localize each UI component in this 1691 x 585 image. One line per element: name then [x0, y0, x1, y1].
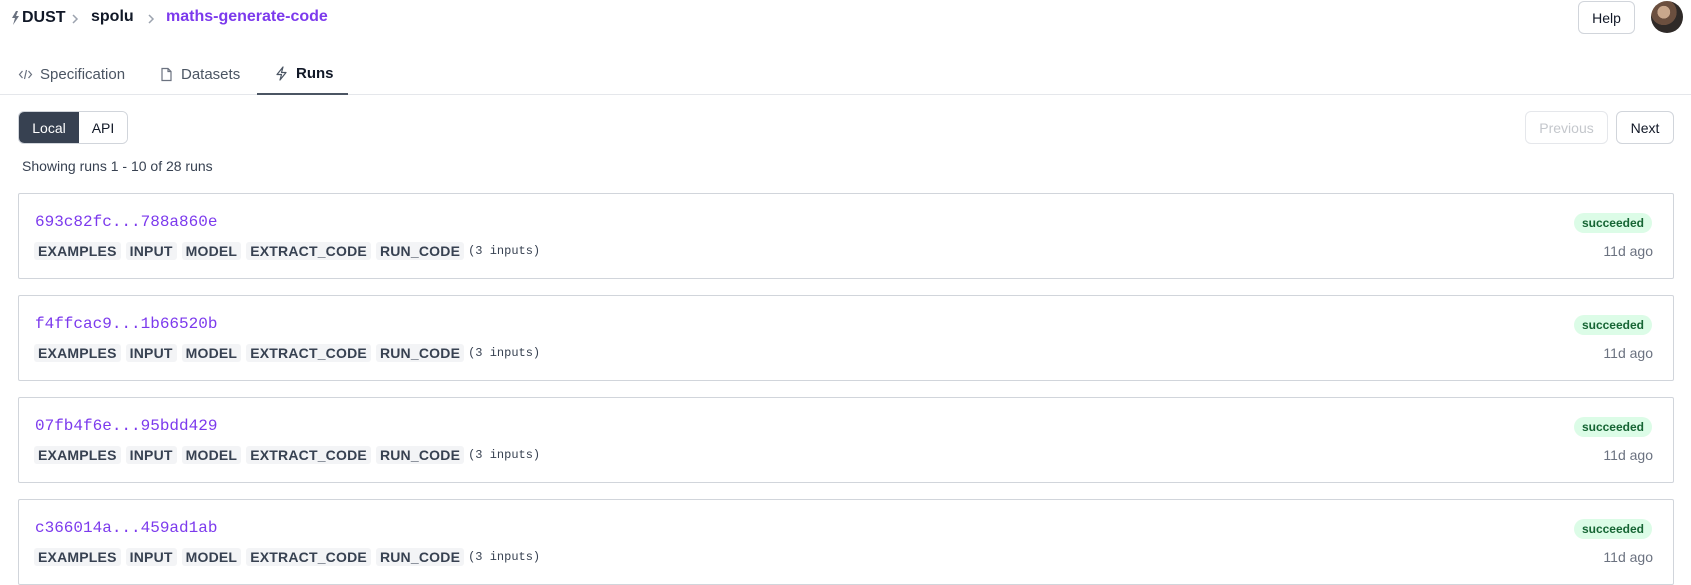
run-timestamp: 11d ago [1603, 549, 1653, 565]
run-timestamp: 11d ago [1603, 447, 1653, 463]
chevron-right-icon [148, 14, 155, 24]
block-tag: MODEL [181, 242, 242, 260]
run-blocks: EXAMPLES INPUT MODEL EXTRACT_CODE RUN_CO… [34, 548, 540, 566]
run-timestamp: 11d ago [1603, 345, 1653, 361]
top-bar: DUST spolu maths-generate-code Help [0, 0, 1691, 40]
block-tag: EXTRACT_CODE [246, 548, 371, 566]
breadcrumb-app[interactable]: maths-generate-code [166, 8, 328, 26]
breadcrumb-user[interactable]: spolu [91, 8, 134, 26]
logo-text: DUST [22, 9, 66, 26]
inputs-count: (3 inputs) [468, 346, 541, 360]
run-timestamp: 11d ago [1603, 243, 1653, 259]
previous-button[interactable]: Previous [1525, 111, 1608, 144]
dust-logo-icon [12, 11, 19, 25]
runs-summary: Showing runs 1 - 10 of 28 runs [22, 158, 213, 174]
block-tag: INPUT [125, 446, 177, 464]
block-tag: INPUT [125, 548, 177, 566]
block-tag: INPUT [125, 242, 177, 260]
block-tag: RUN_CODE [375, 446, 465, 464]
block-tag: MODEL [181, 446, 242, 464]
run-id-link[interactable]: 07fb4f6e...95bdd429 [35, 417, 217, 435]
run-card[interactable]: c366014a...459ad1ab EXAMPLES INPUT MODEL… [18, 499, 1674, 585]
status-badge: succeeded [1573, 519, 1652, 539]
tab-label: Specification [40, 66, 126, 83]
avatar[interactable] [1651, 1, 1683, 33]
inputs-count: (3 inputs) [468, 448, 541, 462]
local-api-toggle: Local API [18, 111, 128, 144]
inputs-count: (3 inputs) [468, 244, 541, 258]
block-tag: MODEL [181, 344, 242, 362]
status-badge: succeeded [1573, 315, 1652, 335]
tab-label: Datasets [181, 66, 241, 83]
local-toggle-button[interactable]: Local [19, 112, 79, 143]
tab-datasets[interactable]: Datasets [159, 54, 240, 95]
run-id-link[interactable]: c366014a...459ad1ab [35, 519, 217, 537]
tab-runs[interactable]: Runs [257, 54, 348, 95]
block-tag: EXAMPLES [34, 344, 121, 362]
block-tag: EXAMPLES [34, 446, 121, 464]
tab-label: Runs [296, 65, 334, 82]
run-blocks: EXAMPLES INPUT MODEL EXTRACT_CODE RUN_CO… [34, 446, 540, 464]
run-id-link[interactable]: 693c82fc...788a860e [35, 213, 217, 231]
run-blocks: EXAMPLES INPUT MODEL EXTRACT_CODE RUN_CO… [34, 344, 540, 362]
run-card[interactable]: 693c82fc...788a860e EXAMPLES INPUT MODEL… [18, 193, 1674, 279]
block-tag: RUN_CODE [375, 548, 465, 566]
bolt-icon [276, 66, 287, 81]
inputs-count: (3 inputs) [468, 550, 541, 564]
dust-logo[interactable]: DUST [10, 9, 66, 27]
block-tag: RUN_CODE [375, 344, 465, 362]
status-badge: succeeded [1573, 213, 1652, 233]
chevron-right-icon [72, 14, 79, 24]
code-icon [18, 69, 33, 80]
block-tag: EXTRACT_CODE [246, 344, 371, 362]
status-badge: succeeded [1573, 417, 1652, 437]
next-button[interactable]: Next [1616, 111, 1674, 144]
document-icon [161, 67, 172, 82]
block-tag: EXTRACT_CODE [246, 242, 371, 260]
block-tag: RUN_CODE [375, 242, 465, 260]
api-toggle-button[interactable]: API [79, 112, 127, 143]
block-tag: EXTRACT_CODE [246, 446, 371, 464]
run-id-link[interactable]: f4ffcac9...1b66520b [35, 315, 217, 333]
block-tag: EXAMPLES [34, 548, 121, 566]
help-button[interactable]: Help [1578, 1, 1635, 34]
block-tag: MODEL [181, 548, 242, 566]
tab-specification[interactable]: Specification [18, 54, 125, 95]
run-card[interactable]: f4ffcac9...1b66520b EXAMPLES INPUT MODEL… [18, 295, 1674, 381]
run-card[interactable]: 07fb4f6e...95bdd429 EXAMPLES INPUT MODEL… [18, 397, 1674, 483]
block-tag: EXAMPLES [34, 242, 121, 260]
run-blocks: EXAMPLES INPUT MODEL EXTRACT_CODE RUN_CO… [34, 242, 540, 260]
block-tag: INPUT [125, 344, 177, 362]
tab-bar: Specification Datasets Runs [0, 54, 1691, 95]
